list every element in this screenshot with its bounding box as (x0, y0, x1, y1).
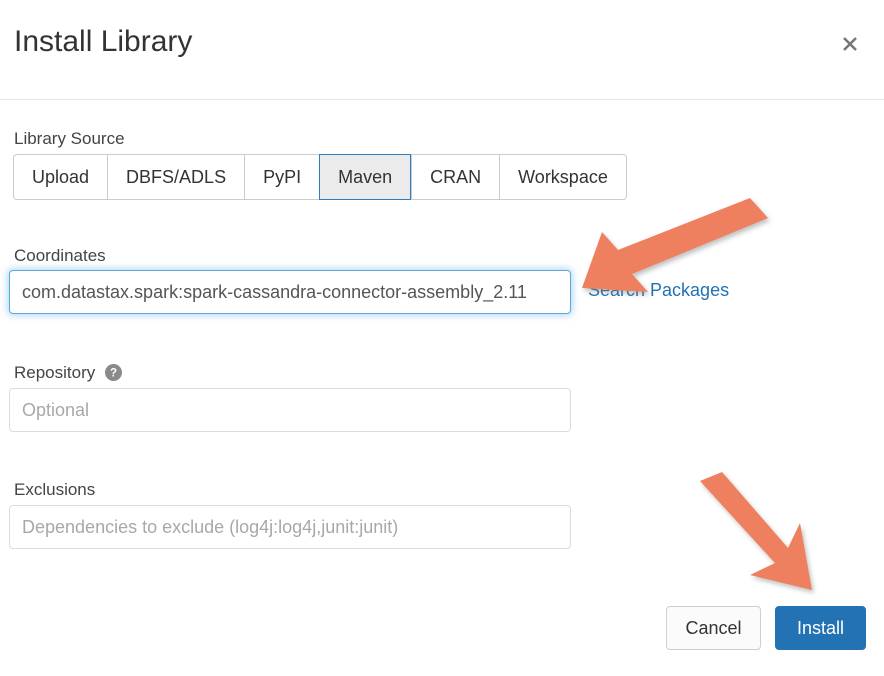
repository-label: Repository ? (14, 363, 122, 386)
tab-upload[interactable]: Upload (13, 154, 107, 200)
tab-workspace[interactable]: Workspace (499, 154, 627, 200)
repository-label-text: Repository (14, 363, 95, 382)
search-packages-link[interactable]: Search Packages (588, 280, 729, 301)
coordinates-input[interactable] (9, 270, 571, 314)
help-circle-icon[interactable]: ? (105, 364, 122, 386)
arrow-to-coordinates-field (582, 198, 768, 292)
library-source-label: Library Source (14, 129, 125, 149)
tab-maven[interactable]: Maven (319, 154, 411, 200)
tab-pypi[interactable]: PyPI (244, 154, 319, 200)
dialog-title: Install Library (14, 22, 192, 62)
arrow-to-install-button (700, 472, 812, 590)
tab-dbfs-adls[interactable]: DBFS/ADLS (107, 154, 244, 200)
tab-cran[interactable]: CRAN (411, 154, 499, 200)
repository-input[interactable] (9, 388, 571, 432)
coordinates-label: Coordinates (14, 246, 106, 266)
close-icon (840, 34, 860, 54)
exclusions-label: Exclusions (14, 480, 95, 500)
svg-text:?: ? (110, 368, 117, 380)
cancel-button[interactable]: Cancel (666, 606, 761, 650)
close-button[interactable] (834, 28, 866, 60)
exclusions-input[interactable] (9, 505, 571, 549)
library-source-tabs: Upload DBFS/ADLS PyPI Maven CRAN Workspa… (13, 154, 627, 200)
install-button[interactable]: Install (775, 606, 866, 650)
dialog-header: Install Library (0, 0, 884, 100)
annotation-layer (0, 0, 884, 671)
